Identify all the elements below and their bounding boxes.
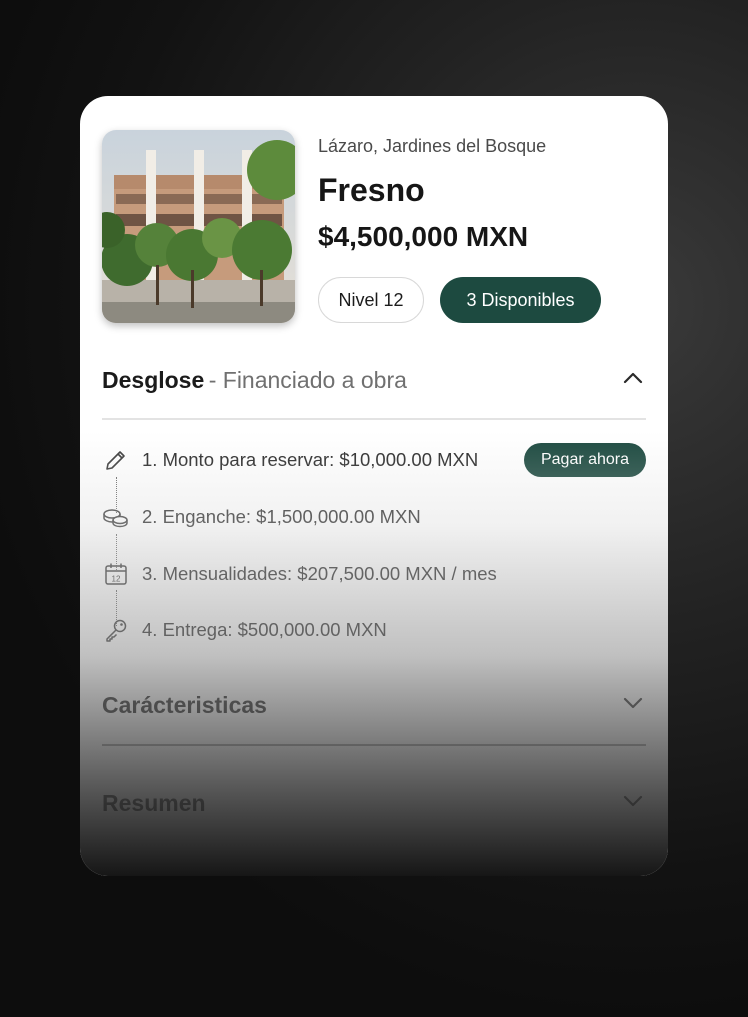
property-photo xyxy=(102,130,295,323)
step-label: 3. Mensualidades: $207,500.00 MXN / mes xyxy=(142,563,497,584)
property-card: Lázaro, Jardines del Bosque Fresno $4,50… xyxy=(80,96,668,876)
calendar-icon: 12 xyxy=(102,560,130,588)
features-title: Carácteristicas xyxy=(102,691,267,718)
step-delivery: 4. Entrega: $500,000.00 MXN xyxy=(102,612,646,648)
step-label: 2. Enganche: $1,500,000.00 MXN xyxy=(142,506,421,527)
step-reserve: 1. Monto para reservar: $10,000.00 MXN P… xyxy=(102,442,646,478)
coins-icon xyxy=(102,503,130,531)
chevron-down-icon[interactable] xyxy=(620,690,646,721)
step-monthly: 12 3. Mensualidades: $207,500.00 MXN / m… xyxy=(102,556,646,592)
property-name: Fresno xyxy=(318,172,425,208)
breakdown-header[interactable]: Desglose - Financiado a obra xyxy=(102,360,646,400)
property-price: $4,500,000 MXN xyxy=(318,221,529,252)
svg-text:12: 12 xyxy=(112,575,121,584)
step-down-payment: 2. Enganche: $1,500,000.00 MXN xyxy=(102,499,646,535)
breakdown-title: Desglose xyxy=(102,366,205,393)
chevron-down-icon[interactable] xyxy=(620,788,646,819)
breakdown-subtitle: - Financiado a obra xyxy=(208,366,407,393)
pay-now-button[interactable]: Pagar ahora xyxy=(524,443,646,477)
step-label: 1. Monto para reservar: $10,000.00 MXN xyxy=(142,449,479,470)
level-badge: Nivel 12 xyxy=(318,277,424,323)
availability-badge[interactable]: 3 Disponibles xyxy=(440,277,601,323)
step-label: 4. Entrega: $500,000.00 MXN xyxy=(142,619,387,640)
chevron-up-icon[interactable] xyxy=(620,365,646,396)
pencil-icon xyxy=(102,446,130,474)
summary-header[interactable]: Resumen xyxy=(102,783,646,823)
features-divider xyxy=(102,744,646,746)
summary-title: Resumen xyxy=(102,789,206,816)
features-header[interactable]: Carácteristicas xyxy=(102,685,646,725)
key-icon xyxy=(102,616,130,644)
property-location: Lázaro, Jardines del Bosque xyxy=(318,136,547,156)
breakdown-divider xyxy=(102,418,646,420)
